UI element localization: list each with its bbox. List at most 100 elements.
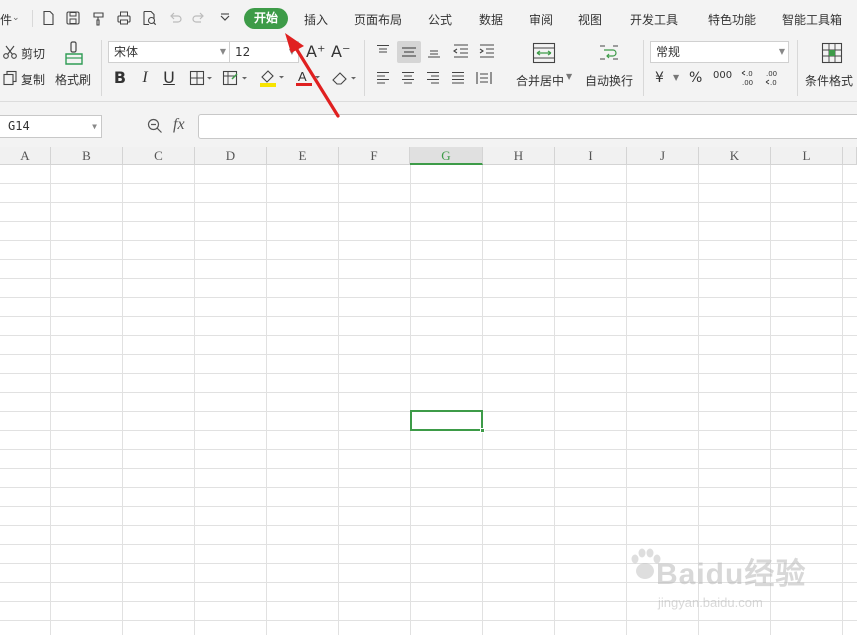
column-gridline — [50, 165, 51, 635]
column-header[interactable]: B — [51, 147, 123, 165]
conditional-format-icon[interactable] — [821, 42, 843, 64]
svg-text:.0: .0 — [770, 79, 777, 87]
eraser-icon[interactable] — [331, 70, 359, 86]
underline-button[interactable]: U — [161, 70, 177, 86]
justify-icon[interactable] — [450, 70, 466, 86]
tab-data[interactable]: 数据 — [479, 11, 503, 28]
cell-style-icon[interactable] — [222, 70, 250, 86]
row-gridline — [0, 297, 857, 298]
tab-home[interactable]: 开始 — [244, 8, 288, 29]
print-preview-icon[interactable] — [141, 10, 157, 26]
align-middle-icon[interactable] — [397, 41, 421, 63]
copy-icon[interactable] — [2, 70, 18, 86]
font-color-icon[interactable]: A — [295, 69, 323, 87]
fill-handle[interactable] — [480, 428, 485, 433]
tab-view[interactable]: 视图 — [578, 11, 602, 28]
undo-icon[interactable] — [167, 10, 183, 26]
row-gridline — [0, 392, 857, 393]
column-header-active[interactable]: G — [410, 147, 483, 165]
column-gridline — [122, 165, 123, 635]
font-name-select[interactable]: 宋体 ▼ — [108, 41, 230, 63]
row-gridline — [0, 316, 857, 317]
name-box[interactable]: G14 ▼ — [0, 115, 102, 138]
watermark-url: jingyan.baidu.com — [658, 595, 763, 610]
tab-review[interactable]: 审阅 — [529, 11, 553, 28]
column-header[interactable]: E — [267, 147, 339, 165]
tab-special-features[interactable]: 特色功能 — [708, 11, 756, 28]
column-header[interactable]: C — [123, 147, 195, 165]
formula-bar: G14 ▼ fx — [0, 102, 857, 147]
wrap-text-button[interactable]: 自动换行 — [585, 72, 633, 89]
tab-smart-toolbox[interactable]: 智能工具箱 — [782, 11, 842, 28]
column-header[interactable]: H — [483, 147, 555, 165]
increase-font-size-button[interactable]: A⁺ — [306, 44, 325, 60]
column-header[interactable]: F — [339, 147, 410, 165]
conditional-format-button[interactable]: 条件格式 — [805, 72, 853, 89]
row-gridline — [0, 240, 857, 241]
row-gridline — [0, 335, 857, 336]
bold-button[interactable]: B — [112, 70, 128, 86]
thousands-separator-button[interactable]: 000 — [713, 70, 732, 81]
align-left-icon[interactable] — [375, 70, 391, 86]
wrap-text-icon[interactable] — [598, 42, 620, 64]
decrease-indent-icon[interactable] — [452, 43, 470, 59]
increase-decimal-icon[interactable]: .0.00 — [741, 69, 759, 87]
merge-center-button[interactable]: 合并居中 — [516, 72, 564, 89]
print-icon[interactable] — [116, 10, 132, 26]
scissors-icon[interactable] — [2, 44, 18, 60]
decrease-font-size-button[interactable]: A⁻ — [331, 44, 350, 60]
zoom-search-icon[interactable] — [147, 118, 163, 134]
tab-page-layout[interactable]: 页面布局 — [354, 11, 402, 28]
font-size-select[interactable]: 12 ▼ — [229, 41, 299, 63]
row-gridline — [0, 449, 857, 450]
formula-input[interactable] — [198, 114, 857, 139]
column-header[interactable]: D — [195, 147, 267, 165]
row-gridline — [0, 278, 857, 279]
cut-button[interactable]: 剪切 — [21, 45, 45, 62]
column-header[interactable]: K — [699, 147, 771, 165]
format-painter-button[interactable]: 格式刷 — [55, 71, 91, 88]
align-bottom-icon[interactable] — [426, 43, 442, 59]
align-top-icon[interactable] — [375, 43, 391, 59]
row-gridline — [0, 202, 857, 203]
more-icon[interactable] — [217, 10, 233, 26]
row-gridline — [0, 373, 857, 374]
decrease-decimal-icon[interactable]: .00.0 — [765, 69, 783, 87]
borders-icon[interactable] — [189, 70, 213, 86]
insert-function-button[interactable]: fx — [173, 116, 185, 134]
column-header[interactable] — [843, 147, 857, 165]
tab-formulas[interactable]: 公式 — [428, 11, 452, 28]
fill-color-icon[interactable] — [259, 69, 287, 87]
align-center-icon[interactable] — [400, 70, 416, 86]
align-right-icon[interactable] — [425, 70, 441, 86]
percent-button[interactable]: % — [689, 70, 702, 86]
column-header[interactable]: J — [627, 147, 699, 165]
file-menu[interactable]: 件 — [0, 11, 12, 28]
file-menu-chevron-icon[interactable]: ⌄ — [12, 13, 20, 23]
new-doc-icon[interactable] — [40, 10, 56, 26]
number-format-value: 常规 — [656, 45, 681, 59]
italic-button[interactable]: I — [137, 70, 153, 86]
copy-button[interactable]: 复制 — [21, 71, 45, 88]
chevron-down-icon[interactable]: ▼ — [673, 73, 679, 82]
column-header[interactable]: A — [0, 147, 51, 165]
chevron-down-icon[interactable]: ▼ — [566, 72, 572, 81]
watermark-brand: Baidu经验 — [656, 558, 807, 591]
merge-cells-icon[interactable] — [532, 42, 556, 64]
active-cell-selection[interactable] — [410, 410, 483, 431]
ribbon-home: 剪切 复制 格式刷 宋体 ▼ 12 ▼ A⁺ A⁻ B I U A 合并居中 ▼… — [0, 36, 857, 102]
format-painter-icon[interactable] — [63, 40, 85, 68]
tab-insert[interactable]: 插入 — [304, 11, 328, 28]
chevron-down-icon: ▼ — [219, 47, 226, 56]
tab-developer[interactable]: 开发工具 — [630, 11, 678, 28]
column-header[interactable]: I — [555, 147, 627, 165]
redo-icon[interactable] — [191, 10, 207, 26]
increase-indent-icon[interactable] — [478, 43, 496, 59]
column-gridline — [338, 165, 339, 635]
save-icon[interactable] — [65, 10, 81, 26]
distributed-align-icon[interactable] — [475, 70, 493, 86]
column-header[interactable]: L — [771, 147, 843, 165]
number-format-select[interactable]: 常规 ▼ — [650, 41, 789, 63]
currency-button[interactable]: ¥ — [655, 70, 664, 86]
format-painter-quick-icon[interactable] — [91, 10, 107, 26]
